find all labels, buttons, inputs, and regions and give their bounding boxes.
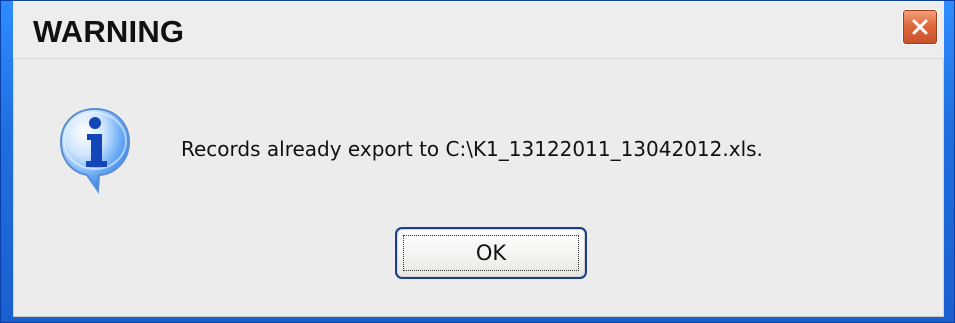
- close-button[interactable]: [902, 9, 938, 45]
- info-icon: [59, 107, 131, 194]
- ok-button[interactable]: OK: [395, 227, 587, 279]
- close-icon: [912, 19, 928, 35]
- warning-dialog-window: WARNING Records already export to C:\K1_…: [0, 0, 955, 323]
- window-title: WARNING: [33, 14, 185, 49]
- title-bar: WARNING: [13, 1, 944, 59]
- message-text: Records already export to C:\K1_13122011…: [181, 137, 763, 161]
- dialog-content: Records already export to C:\K1_13122011…: [13, 59, 944, 317]
- ok-button-label: OK: [475, 241, 507, 265]
